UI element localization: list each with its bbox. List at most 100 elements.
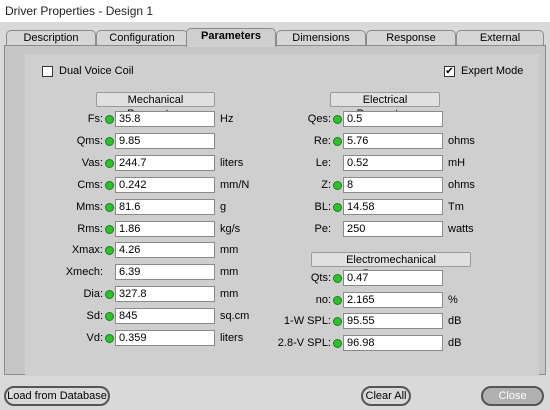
param-label: Xmax:	[71, 244, 103, 257]
param-value-field[interactable]: 1.86	[115, 220, 215, 237]
tab-dimensions[interactable]: Dimensions	[276, 30, 366, 46]
param-unit: sq.cm	[220, 310, 250, 323]
dual-voice-coil-label: Dual Voice Coil	[59, 65, 134, 77]
window-title: Driver Properties - Design 1	[5, 4, 154, 18]
param-unit: ohms	[448, 134, 475, 147]
param-label: Z:	[321, 178, 331, 191]
param-unit: Tm	[448, 200, 464, 213]
param-value-field[interactable]: 4.26	[115, 242, 215, 259]
param-label: Qts:	[310, 272, 331, 284]
status-led-icon	[105, 312, 114, 322]
param-label: Vd:	[86, 332, 103, 344]
param-value-field[interactable]: 81.6	[115, 198, 215, 215]
parameters-area: Dual Voice Coil ✔ Expert Mode Mechanical…	[25, 54, 539, 376]
param-unit: mm/N	[220, 178, 250, 191]
mechanical-parameters-heading[interactable]: Mechanical Parameters	[96, 92, 215, 120]
clear-all-button[interactable]: Clear All	[361, 386, 411, 406]
param-label: Qes:	[307, 113, 331, 125]
param-label: Rms:	[77, 222, 103, 235]
parameters-panel: Dual Voice Coil ✔ Expert Mode Mechanical…	[4, 45, 546, 376]
tab-configuration[interactable]: Configuration	[96, 30, 188, 46]
param-label: Dia:	[83, 288, 103, 301]
status-led-icon	[333, 339, 342, 349]
param-value-field[interactable]: 845	[115, 308, 215, 325]
param-unit: g	[220, 200, 227, 213]
expert-mode-checkbox[interactable]: ✔	[444, 66, 455, 77]
tab-strip: Description Configuration Parameters Dim…	[4, 28, 546, 47]
param-value-field[interactable]: 0.52	[343, 154, 443, 171]
param-unit: %	[448, 293, 458, 306]
param-label: 1-W SPL:	[283, 315, 331, 328]
param-label: BL:	[314, 200, 331, 213]
status-led-icon	[105, 246, 114, 256]
param-label: Re:	[313, 134, 331, 147]
param-label: 2.8-V SPL:	[277, 337, 331, 350]
param-label: Fs:	[87, 113, 103, 125]
param-value-field[interactable]: 5.76	[343, 132, 443, 149]
status-led-icon	[105, 136, 114, 146]
close-button[interactable]: Close	[481, 386, 544, 406]
param-value-field[interactable]: 2.165	[343, 291, 443, 308]
param-value-field[interactable]: 250	[343, 220, 443, 237]
status-led-icon	[333, 136, 342, 146]
param-label: Qms:	[76, 134, 103, 147]
param-label: no:	[315, 293, 331, 306]
status-led-icon	[333, 180, 342, 190]
status-led-icon	[105, 115, 114, 124]
param-unit: mm	[220, 244, 239, 257]
param-value-field[interactable]: 8	[343, 176, 443, 193]
status-led-icon	[333, 115, 342, 124]
param-unit: ohms	[448, 178, 475, 191]
status-led-icon	[333, 295, 342, 305]
param-value-field[interactable]: 327.8	[115, 286, 215, 303]
param-value-field[interactable]: 6.39	[115, 264, 215, 281]
param-value-field[interactable]: 9.85	[115, 132, 215, 149]
driver-properties-window: Driver Properties - Design 1 Description…	[0, 0, 550, 410]
param-value-field[interactable]: 0.359	[115, 330, 215, 346]
param-unit: mm	[220, 266, 239, 279]
status-led-icon	[105, 334, 114, 343]
expert-mode-label: Expert Mode	[461, 65, 524, 77]
param-unit: liters	[220, 332, 244, 344]
param-label: Sd:	[86, 310, 103, 323]
status-led-icon	[333, 317, 342, 327]
param-label: Pe:	[314, 222, 331, 235]
status-led-icon	[105, 224, 114, 234]
status-led-icon	[333, 274, 342, 283]
param-value-field[interactable]: 95.55	[343, 313, 443, 330]
param-unit: watts	[448, 222, 474, 235]
param-unit: Hz	[220, 113, 234, 125]
status-led-icon	[105, 202, 114, 212]
tab-description[interactable]: Description	[6, 30, 96, 46]
param-label: Xmech:	[65, 266, 103, 279]
tab-external[interactable]: External	[456, 30, 544, 46]
param-value-field[interactable]: 14.58	[343, 198, 443, 215]
status-led-icon	[105, 158, 114, 168]
status-led-icon	[105, 180, 114, 190]
param-value-field[interactable]: 96.98	[343, 335, 443, 352]
param-value-field[interactable]: 35.8	[115, 111, 215, 127]
param-unit: mH	[448, 156, 466, 169]
param-value-field[interactable]: 0.47	[343, 270, 443, 286]
electromechanical-parameters-heading[interactable]: Electromechanical Parameters	[311, 252, 471, 280]
param-value-field[interactable]: 0.5	[343, 111, 443, 127]
param-unit: liters	[220, 156, 244, 169]
param-unit: kg/s	[220, 222, 241, 235]
param-value-field[interactable]: 244.7	[115, 154, 215, 171]
param-unit: mm	[220, 288, 239, 301]
param-label: Vas:	[81, 156, 103, 169]
param-label: Le:	[315, 156, 331, 169]
status-led-icon	[333, 202, 342, 212]
param-unit: dB	[448, 337, 462, 350]
title-bar: Driver Properties - Design 1	[0, 0, 550, 22]
dual-voice-coil-checkbox[interactable]	[42, 66, 53, 77]
tab-response[interactable]: Response	[366, 30, 456, 46]
electrical-parameters-heading[interactable]: Electrical Parameters	[330, 92, 440, 120]
load-from-database-button[interactable]: Load from Database	[4, 386, 110, 406]
param-unit: dB	[448, 315, 462, 328]
tab-parameters[interactable]: Parameters	[186, 28, 276, 47]
param-label: Mms:	[76, 200, 103, 213]
param-value-field[interactable]: 0.242	[115, 176, 215, 193]
status-led-icon	[105, 290, 114, 300]
param-label: Cms:	[77, 178, 103, 191]
